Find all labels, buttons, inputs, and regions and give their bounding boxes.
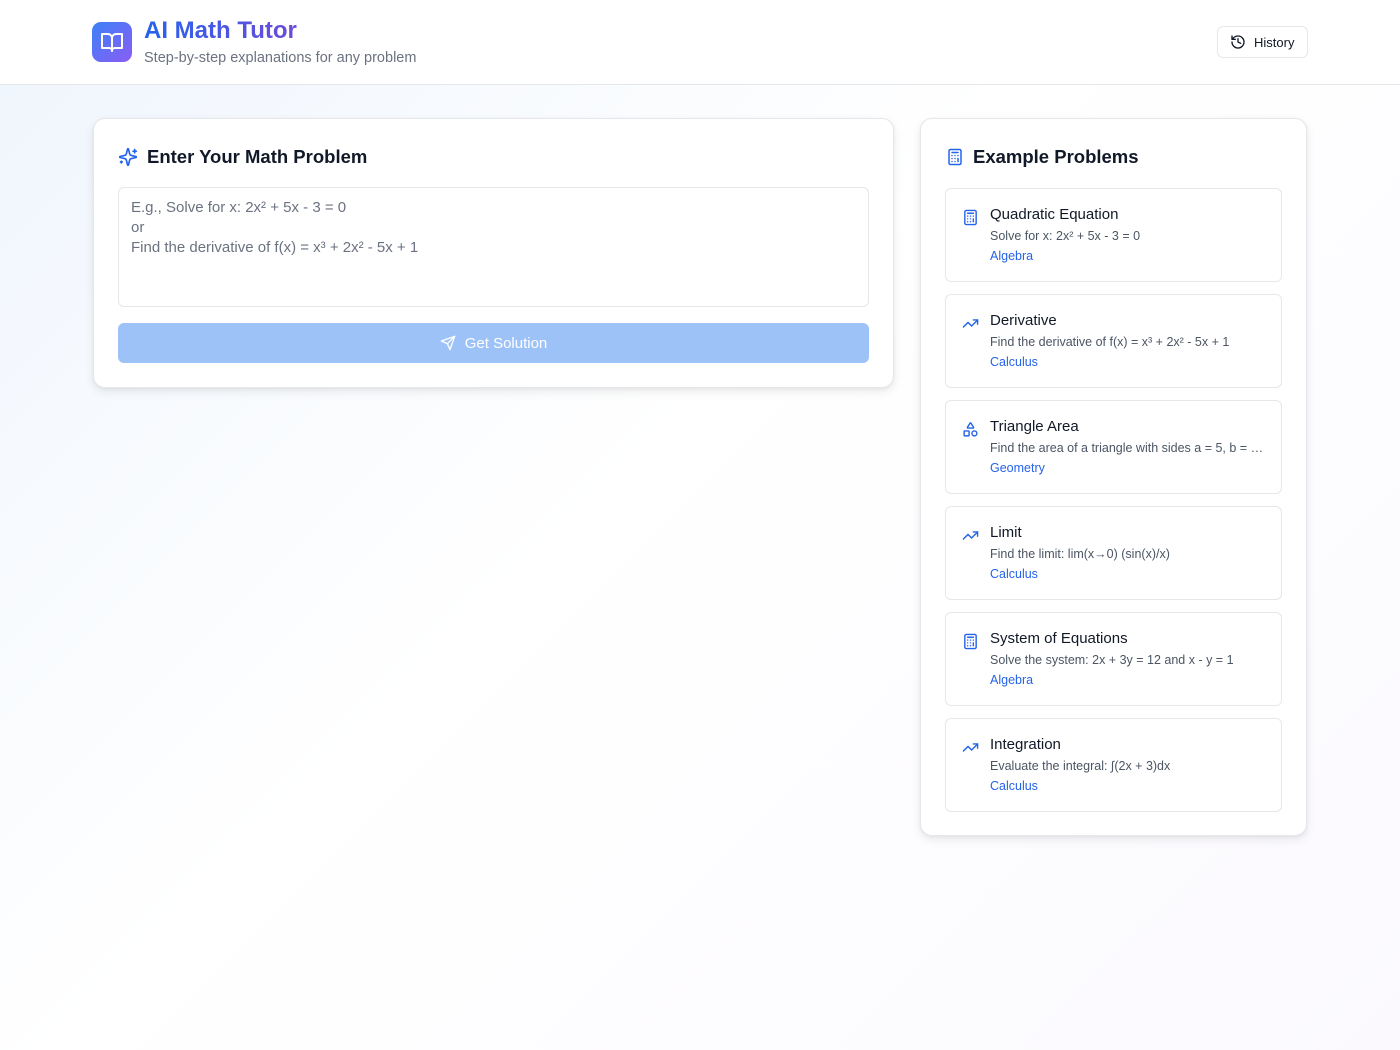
example-category: Calculus — [990, 567, 1038, 581]
calculator-icon — [948, 148, 962, 166]
example-description: Find the area of a triangle with sides a… — [990, 441, 1270, 455]
history-icon — [1231, 35, 1245, 49]
history-label: History — [1254, 34, 1295, 50]
send-icon — [440, 335, 456, 351]
example-item-integration[interactable]: Integration Evaluate the integral: ∫(2x … — [945, 718, 1282, 812]
example-item-system-of-equations[interactable]: System of Equations Solve the system: 2x… — [945, 612, 1282, 706]
example-category: Algebra — [990, 249, 1034, 263]
example-item-triangle-area[interactable]: Triangle Area Find the area of a triangl… — [945, 400, 1282, 494]
app-header: AI Math Tutor Step-by-step explanations … — [0, 0, 1400, 85]
example-problems-title: Example Problems — [973, 146, 1139, 167]
book-open-icon — [101, 33, 123, 52]
trending-up-icon — [962, 743, 979, 752]
example-description: Find the limit: lim(x→0) (sin(x)/x) — [990, 547, 1170, 561]
logo — [92, 22, 132, 62]
example-title: System of Equations — [990, 630, 1128, 647]
shapes-icon — [963, 422, 978, 437]
example-description: Solve the system: 2x + 3y = 12 and x - y… — [990, 653, 1234, 667]
example-title: Quadratic Equation — [990, 206, 1119, 223]
example-problems-heading: Example Problems — [946, 146, 1139, 168]
calculator-icon — [964, 633, 977, 650]
app-subtitle: Step-by-step explanations for any proble… — [144, 50, 417, 66]
trending-up-icon — [962, 319, 979, 328]
example-title: Integration — [990, 736, 1061, 753]
example-title: Derivative — [990, 312, 1057, 329]
example-description: Solve for x: 2x² + 5x - 3 = 0 — [990, 229, 1141, 243]
example-problems-card: Example Problems Quadratic Equation Solv… — [920, 118, 1307, 836]
example-item-derivative[interactable]: Derivative Find the derivative of f(x) =… — [945, 294, 1282, 388]
problem-input-heading: Enter Your Math Problem — [118, 146, 367, 168]
example-category: Geometry — [990, 461, 1045, 475]
problem-input[interactable] — [118, 187, 869, 307]
get-solution-button[interactable]: Get Solution — [118, 323, 869, 363]
example-description: Find the derivative of f(x) = x³ + 2x² -… — [990, 335, 1230, 349]
trending-up-icon — [962, 531, 979, 540]
sparkles-icon — [118, 147, 138, 167]
example-title: Triangle Area — [990, 418, 1079, 435]
example-title: Limit — [990, 524, 1022, 541]
example-category: Calculus — [990, 355, 1038, 369]
example-description: Evaluate the integral: ∫(2x + 3)dx — [990, 759, 1171, 773]
history-button[interactable]: History — [1217, 26, 1308, 58]
example-category: Algebra — [990, 673, 1034, 687]
example-item-quadratic-equation[interactable]: Quadratic Equation Solve for x: 2x² + 5x… — [945, 188, 1282, 282]
app-title: AI Math Tutor — [144, 17, 297, 44]
problem-input-title: Enter Your Math Problem — [147, 146, 368, 167]
calculator-icon — [964, 209, 977, 226]
example-category: Calculus — [990, 779, 1038, 793]
problem-input-card: Enter Your Math Problem Get Solution — [93, 118, 894, 388]
example-item-limit[interactable]: Limit Find the limit: lim(x→0) (sin(x)/x… — [945, 506, 1282, 600]
get-solution-label: Get Solution — [464, 334, 548, 352]
